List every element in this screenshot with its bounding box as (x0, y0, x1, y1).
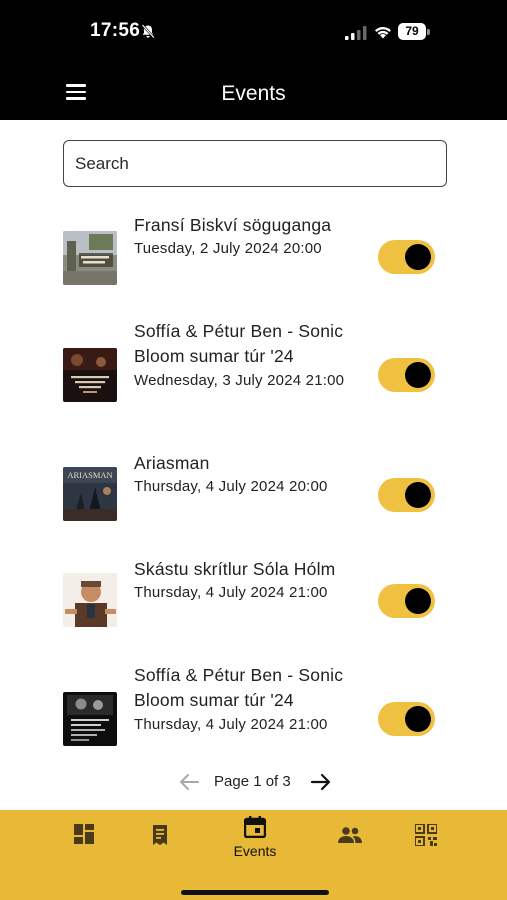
arrow-left-icon (180, 774, 199, 790)
battery-level: 79 (398, 23, 426, 40)
event-title: Skástu skrítlur Sóla Hólm (134, 559, 336, 579)
search-input[interactable] (64, 141, 446, 186)
battery-tip (427, 29, 430, 35)
screen: 17:56 79 Events Search Fransí Biskví sög… (0, 0, 507, 900)
event-thumbnail (63, 692, 117, 746)
event-thumbnail (63, 231, 117, 285)
nav-events[interactable]: Events (225, 810, 285, 880)
nav-tickets[interactable] (130, 810, 190, 880)
nav-qr[interactable] (396, 810, 456, 880)
nav-dashboard[interactable] (54, 810, 114, 880)
event-toggle[interactable] (378, 584, 435, 618)
arrow-right-icon[interactable] (310, 772, 332, 792)
nav-people[interactable] (320, 810, 380, 880)
event-date: Thursday, 4 July 2024 21:00 (134, 584, 328, 601)
dashboard-icon (74, 824, 94, 844)
bell-slash-icon (141, 24, 155, 39)
app-bar: Events (0, 62, 507, 120)
page-indicator: Page 1 of 3 (214, 773, 291, 790)
event-title: Fransí Biskví söguganga (134, 215, 332, 235)
status-bar: 17:56 79 (0, 0, 507, 62)
nav-events-label: Events (233, 843, 277, 859)
thumbnail-logo-text: ARIASMAN (67, 470, 112, 480)
page-title: Events (221, 82, 286, 105)
event-title: Soffía & Pétur Ben - Sonic Bloom sumar t… (134, 665, 344, 710)
cellular-signal-icon (345, 26, 367, 40)
home-indicator (181, 890, 329, 895)
calendar-icon (244, 816, 266, 838)
event-toggle[interactable] (378, 478, 435, 512)
bottom-nav: Events (0, 810, 507, 900)
event-date: Tuesday, 2 July 2024 20:00 (134, 240, 322, 257)
pagination: Page 1 of 3 (0, 770, 507, 794)
event-toggle[interactable] (378, 240, 435, 274)
event-date: Thursday, 4 July 2024 20:00 (134, 478, 328, 495)
event-thumbnail (63, 573, 117, 627)
event-thumbnail (63, 348, 117, 402)
people-icon (338, 827, 362, 843)
status-time: 17:56 (90, 20, 141, 41)
event-title: Ariasman (134, 453, 210, 473)
event-toggle[interactable] (378, 702, 435, 736)
event-thumbnail: ARIASMAN (63, 467, 117, 521)
ticket-icon (153, 825, 167, 845)
search-box (63, 140, 447, 187)
event-date: Thursday, 4 July 2024 21:00 (134, 716, 328, 733)
qr-code-icon (415, 824, 437, 846)
event-toggle[interactable] (378, 358, 435, 392)
event-date: Wednesday, 3 July 2024 21:00 (134, 372, 345, 389)
battery-icon: 79 (398, 23, 430, 41)
wifi-icon (375, 26, 391, 39)
event-title: Soffía & Pétur Ben - Sonic Bloom sumar t… (134, 321, 344, 366)
